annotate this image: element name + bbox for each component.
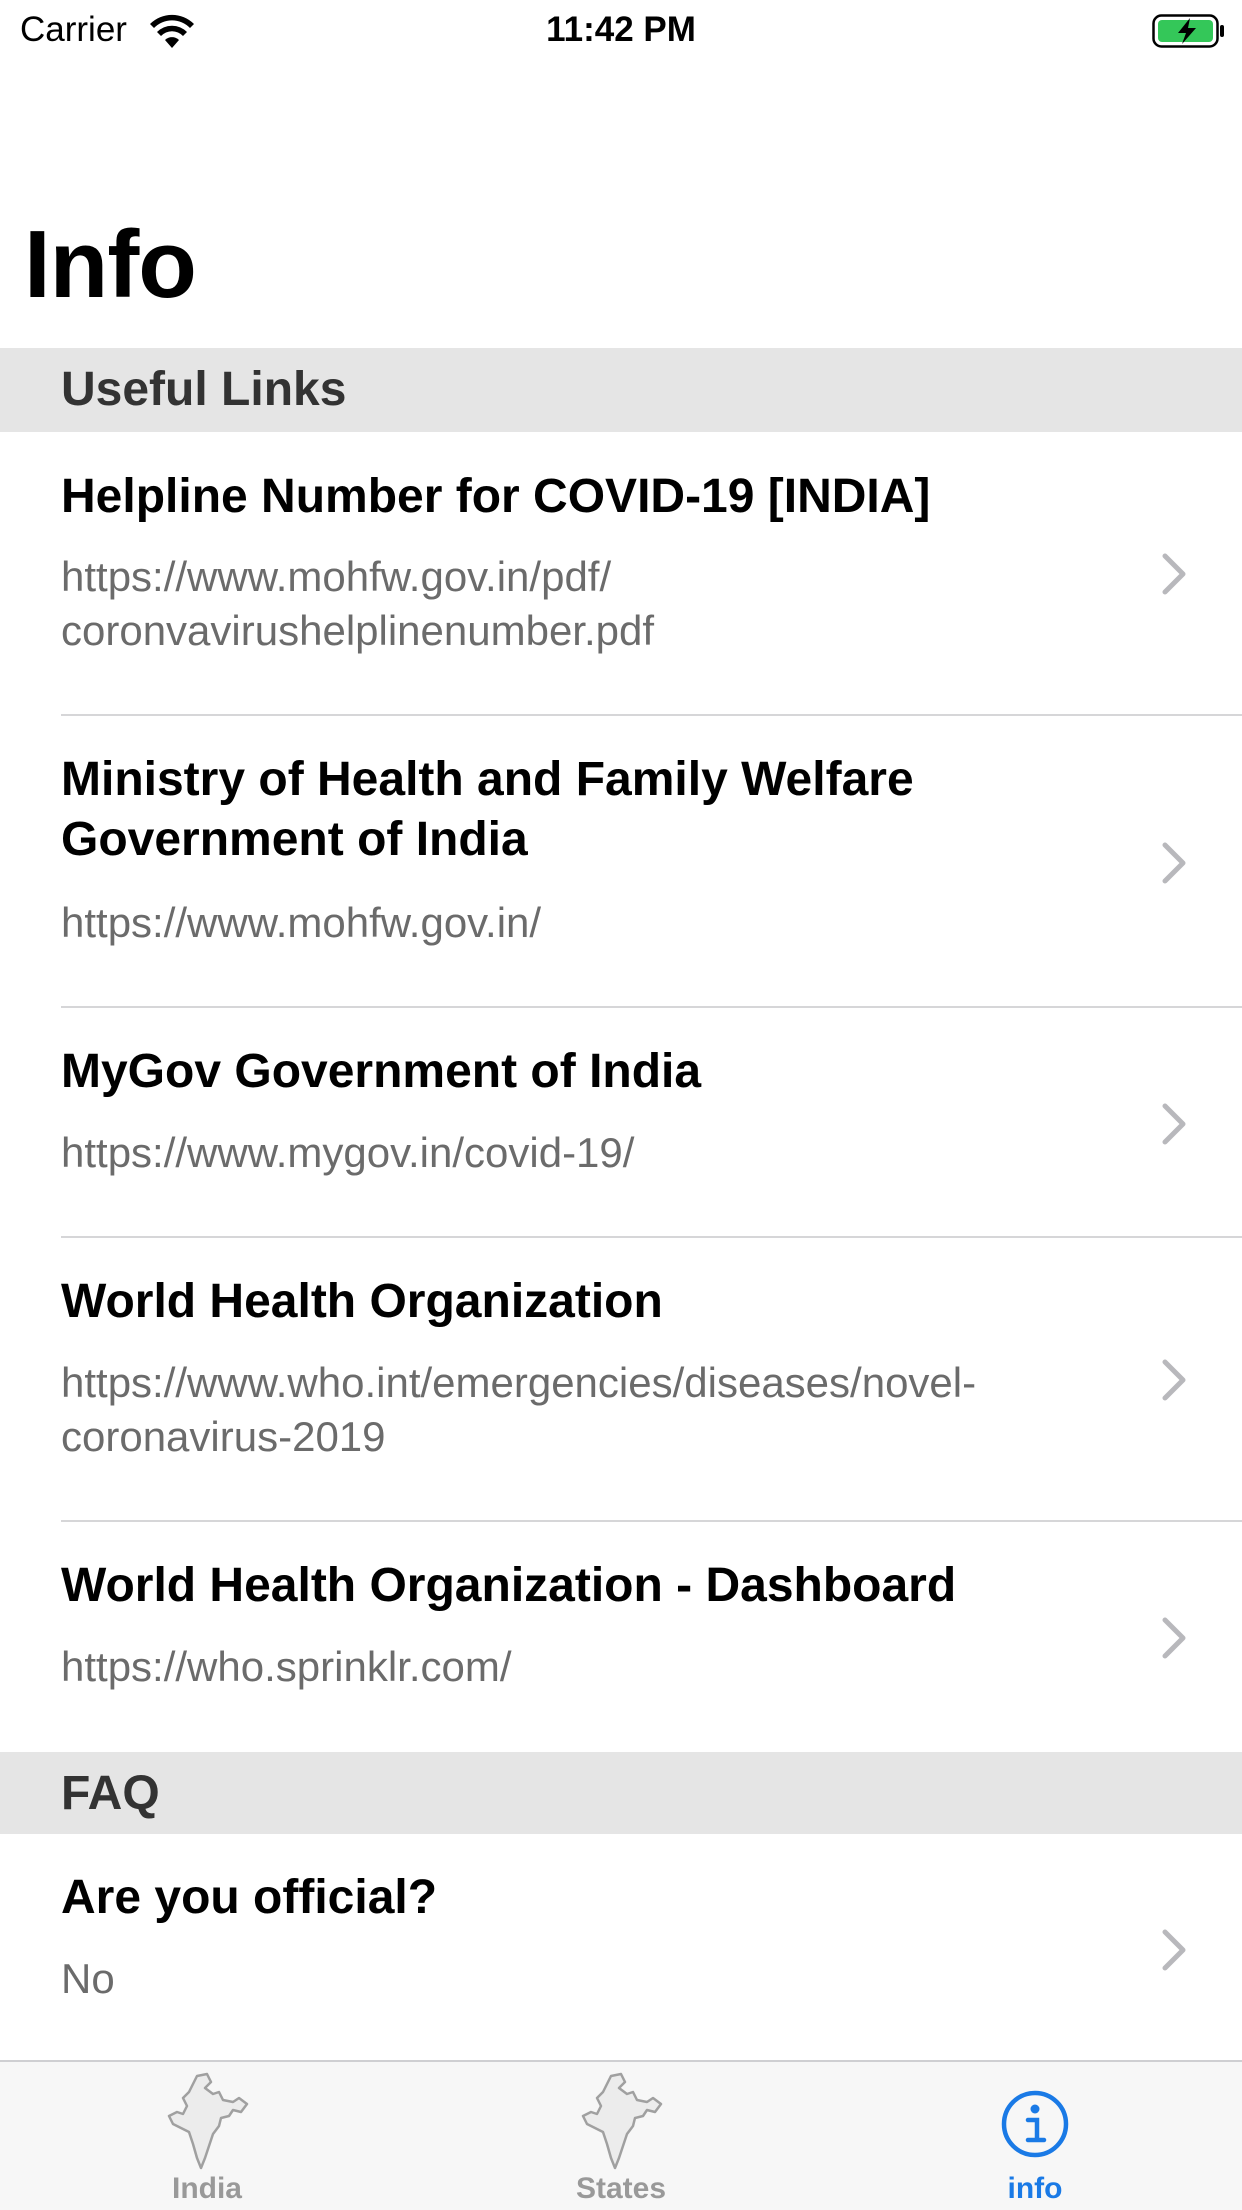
- link-row-mohfw[interactable]: Ministry of Health and Family Welfare Go…: [0, 716, 1242, 1006]
- india-map-icon: [581, 2072, 663, 2170]
- section-header-label: Useful Links: [61, 363, 347, 416]
- link-row-helpline[interactable]: Helpline Number for COVID-19 [INDIA] htt…: [0, 432, 1242, 714]
- tab-label: States: [575, 2172, 667, 2205]
- link-row-who[interactable]: World Health Organization https://www.wh…: [0, 1238, 1242, 1520]
- chevron-right-icon: [1162, 553, 1186, 595]
- clock: 11:42 PM: [546, 10, 696, 49]
- chevron-right-icon: [1162, 1359, 1186, 1401]
- row-title: Ministry of Health and Family Welfare Go…: [61, 753, 914, 866]
- row-subtitle: https://www.mohfw.gov.in/pdf/ coronvavir…: [61, 553, 655, 654]
- india-map-icon: [167, 2072, 249, 2170]
- faq-row-official[interactable]: Are you official? No: [0, 1834, 1242, 2058]
- link-row-who-dashboard[interactable]: World Health Organization - Dashboard ht…: [0, 1522, 1242, 1750]
- section-header-useful-links: Useful Links: [0, 348, 1242, 432]
- chevron-right-icon: [1162, 842, 1186, 884]
- tab-states[interactable]: States: [414, 2062, 828, 2210]
- tab-label: India: [171, 2172, 242, 2205]
- battery-charging-icon: [1152, 14, 1224, 48]
- row-subtitle: https://www.who.int/emergencies/diseases…: [61, 1359, 977, 1460]
- tab-india[interactable]: India: [0, 2062, 414, 2210]
- row-title: World Health Organization - Dashboard: [61, 1559, 957, 1612]
- row-title: Are you official?: [61, 1871, 438, 1924]
- page-title: Info: [24, 211, 197, 318]
- row-title: World Health Organization: [61, 1275, 663, 1328]
- tab-label: info: [1007, 2172, 1063, 2205]
- row-title: Helpline Number for COVID-19 [INDIA]: [61, 470, 931, 523]
- link-row-mygov[interactable]: MyGov Government of India https://www.my…: [0, 1008, 1242, 1236]
- row-title: MyGov Government of India: [61, 1045, 702, 1098]
- row-subtitle: https://who.sprinklr.com/: [61, 1643, 512, 1690]
- status-bar: Carrier 11:42 PM: [0, 0, 1242, 62]
- tab-bar: India States info: [0, 2060, 1242, 2210]
- row-subtitle: No: [61, 1955, 115, 2002]
- section-header-faq: FAQ: [0, 1752, 1242, 1834]
- chevron-right-icon: [1162, 1929, 1186, 1971]
- section-header-label: FAQ: [61, 1767, 160, 1820]
- chevron-right-icon: [1162, 1103, 1186, 1145]
- row-subtitle: https://www.mohfw.gov.in/: [61, 899, 542, 946]
- chevron-right-icon: [1162, 1617, 1186, 1659]
- tab-info[interactable]: info: [828, 2062, 1242, 2210]
- info-circle-icon: [1001, 2090, 1069, 2158]
- row-subtitle: https://www.mygov.in/covid-19/: [61, 1129, 635, 1176]
